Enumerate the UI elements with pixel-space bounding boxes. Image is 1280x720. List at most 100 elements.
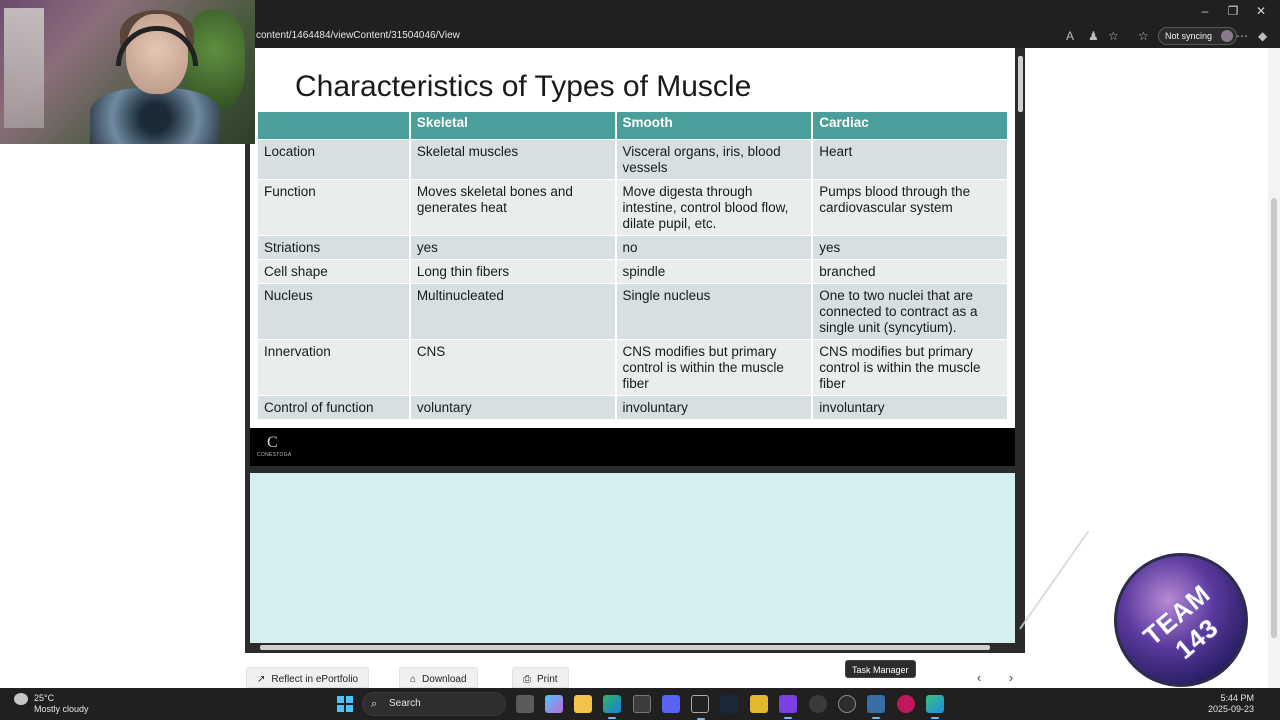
table-cell: CNS modifies but primary control is with… <box>615 338 814 395</box>
slide-scrollbar-horizontal-thumb[interactable] <box>260 645 990 650</box>
table-header-cell: Cardiac <box>812 112 1009 139</box>
table-row: Striations yes no yes <box>258 234 1009 259</box>
sync-status-button[interactable]: Not syncing <box>1158 27 1238 45</box>
table-cell: Heart <box>812 138 1009 179</box>
slide-scrollbar-horizontal[interactable] <box>250 643 1015 652</box>
close-icon[interactable]: ✕ <box>1252 4 1270 18</box>
table-cell: Function <box>258 178 411 235</box>
team-badge-logo: TEAM 143 <box>1114 553 1248 687</box>
system-clock[interactable]: 5:44 PM 2025-09-23 <box>1208 693 1254 715</box>
windows-logo-tile <box>337 705 344 712</box>
microsoft-store-icon[interactable] <box>633 695 651 713</box>
windows-logo-tile <box>346 705 353 712</box>
copilot-app-icon[interactable] <box>545 695 563 713</box>
download-icon: ⌂ <box>410 674 417 685</box>
slide-title: Characteristics of Types of Muscle <box>295 70 752 103</box>
sync-status-label: Not syncing <box>1165 31 1213 41</box>
cloud-icon <box>14 693 28 705</box>
slide-scrollbar-vertical[interactable] <box>1016 48 1025 643</box>
stream-app-icon[interactable] <box>779 695 797 719</box>
url-field[interactable]: content/1464484/viewContent/31504046/Vie… <box>256 30 460 41</box>
table-row: Cell shape Long thin fibers spindle bran… <box>258 258 1009 283</box>
table-row: Location Skeletal muscles Visceral organ… <box>258 138 1009 179</box>
next-page-button[interactable]: › <box>1000 670 1022 688</box>
table-cell: Cell shape <box>258 258 411 283</box>
extension-icon[interactable]: ♟ <box>1088 29 1099 43</box>
table-cell: involuntary <box>812 394 1009 419</box>
table-cell: CNS modifies but primary control is with… <box>812 338 1009 395</box>
edge-browser-icon[interactable] <box>603 695 621 719</box>
weather-temperature: 25°C <box>34 693 55 703</box>
print-icon: ⎙ <box>523 674 531 685</box>
steam-icon[interactable] <box>720 695 738 713</box>
table-cell: Striations <box>258 234 411 259</box>
table-cell: Long thin fibers <box>409 258 617 283</box>
table-header-cell: Skeletal <box>409 112 617 139</box>
conestoga-logo-text: CONESTOGA <box>257 452 292 458</box>
discord-icon[interactable] <box>662 695 680 713</box>
edge-dev-icon[interactable] <box>926 695 944 719</box>
task-manager-icon[interactable] <box>867 695 885 719</box>
clock-time: 5:44 PM <box>1220 693 1254 703</box>
table-cell: Multinucleated <box>409 282 617 339</box>
table-row: Control of function voluntary involuntar… <box>258 394 1009 419</box>
table-cell: Location <box>258 138 411 179</box>
table-cell: yes <box>812 234 1009 259</box>
page-scrollbar[interactable] <box>1268 48 1280 688</box>
table-header-cell: Smooth <box>615 112 814 139</box>
weather-description: Mostly cloudy <box>34 704 89 714</box>
reflect-eportfolio-button[interactable]: ↗ Reflect in ePortfolio <box>246 667 370 688</box>
table-row: Function Moves skeletal bones and genera… <box>258 178 1009 235</box>
table-cell: Pumps blood through the cardiovascular s… <box>812 178 1009 235</box>
music-app-icon[interactable] <box>897 695 915 713</box>
read-aloud-icon[interactable]: A <box>1066 29 1074 43</box>
table-cell: Move digesta through intestine, control … <box>615 178 814 235</box>
game-app-icon[interactable] <box>750 695 768 713</box>
settings-gear-icon[interactable] <box>809 695 827 713</box>
taskbar-tooltip: Task Manager <box>845 660 916 678</box>
task-view-icon[interactable] <box>516 695 534 713</box>
taskbar-search[interactable]: ⌕ Search <box>362 692 506 716</box>
download-label: Download <box>422 674 467 685</box>
conestoga-logo: C <box>267 434 278 451</box>
file-explorer-icon[interactable] <box>574 695 592 713</box>
webcam-person-body <box>90 88 220 144</box>
slide-notes-area <box>250 473 1015 643</box>
reflect-label: Reflect in ePortfolio <box>271 674 359 685</box>
capcut-icon[interactable] <box>691 695 709 720</box>
search-icon: ⌕ <box>371 698 378 710</box>
windows-logo-icon <box>337 696 344 703</box>
reflect-icon: ↗ <box>257 674 266 685</box>
download-button[interactable]: ⌂ Download <box>399 667 478 688</box>
table-cell: Moves skeletal bones and generates heat <box>409 178 617 235</box>
page-scrollbar-thumb[interactable] <box>1271 198 1277 638</box>
windows-logo-tile <box>346 696 353 703</box>
slide: Characteristics of Types of Muscle Skele… <box>250 48 1015 428</box>
table-cell: One to two nuclei that are connected to … <box>812 282 1009 339</box>
table-cell: branched <box>812 258 1009 283</box>
table-cell: voluntary <box>409 394 617 419</box>
copilot-icon[interactable]: ◆ <box>1258 29 1267 43</box>
chevron-right-icon: › <box>1008 670 1014 685</box>
profile-avatar <box>1221 30 1234 42</box>
start-button[interactable] <box>337 696 353 712</box>
table-cell: CNS <box>409 338 617 395</box>
restore-icon[interactable]: ❐ <box>1224 4 1242 18</box>
obs-icon[interactable] <box>838 695 856 713</box>
slide-scrollbar-vertical-thumb[interactable] <box>1018 56 1023 112</box>
table-header-row: Skeletal Smooth Cardiac <box>258 112 1009 139</box>
webcam-overlay <box>0 0 255 144</box>
webcam-background-shelf <box>4 8 44 128</box>
taskbar: 25°C Mostly cloudy ⌕ Search 5:44 PM 2025… <box>0 688 1280 720</box>
table-row: Innervation CNS CNS modifies but primary… <box>258 338 1009 395</box>
table-row: Nucleus Multinucleated Single nucleus On… <box>258 282 1009 339</box>
favorites-icon[interactable]: ☆ <box>1138 29 1149 43</box>
more-menu-icon[interactable]: ⋯ <box>1236 29 1248 43</box>
print-button[interactable]: ⎙ Print <box>512 667 569 688</box>
previous-page-button[interactable]: ‹ <box>968 670 990 688</box>
chevron-left-icon: ‹ <box>976 670 982 685</box>
table-cell: Skeletal muscles <box>409 138 617 179</box>
favorite-star-icon[interactable]: ☆ <box>1108 29 1119 43</box>
muscle-table: Skeletal Smooth Cardiac Location Skeleta… <box>258 112 1009 419</box>
minimize-icon[interactable]: – <box>1196 4 1214 18</box>
